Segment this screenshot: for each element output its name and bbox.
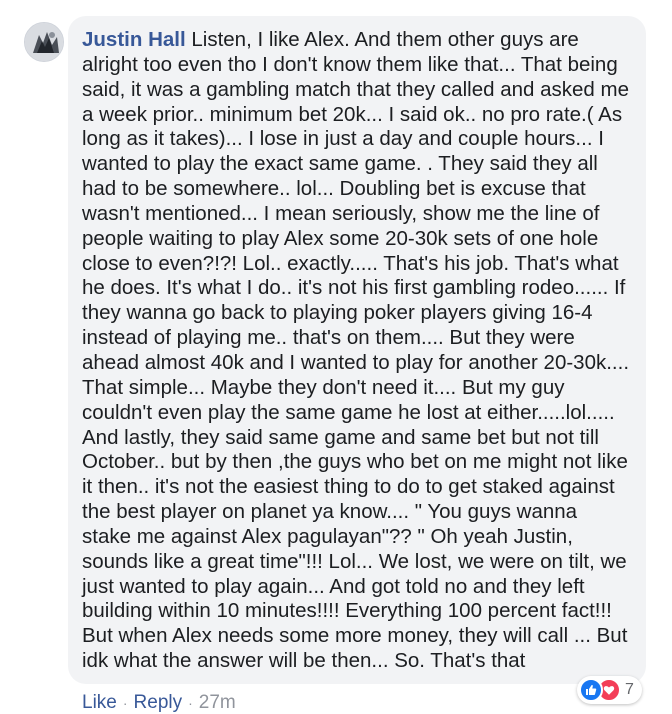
comment-text: Listen, I like Alex. And them other guys… bbox=[82, 28, 630, 673]
like-button[interactable]: Like bbox=[82, 692, 117, 714]
comment: Justin Hall Listen, I like Alex. And the… bbox=[0, 0, 672, 713]
reactions-summary[interactable]: 7 bbox=[577, 676, 642, 704]
comment-bubble: Justin Hall Listen, I like Alex. And the… bbox=[68, 16, 646, 684]
reaction-count: 7 bbox=[625, 681, 634, 698]
avatar[interactable] bbox=[24, 22, 64, 62]
comment-body: Justin Hall Listen, I like Alex. And the… bbox=[82, 28, 630, 674]
comment-actions: Like · Reply · 27m bbox=[82, 692, 236, 714]
author-name[interactable]: Justin Hall bbox=[82, 28, 186, 51]
separator: · bbox=[122, 695, 128, 711]
timestamp[interactable]: 27m bbox=[199, 692, 236, 714]
reply-button[interactable]: Reply bbox=[134, 692, 183, 714]
separator: · bbox=[188, 695, 193, 711]
avatar-image bbox=[25, 23, 63, 61]
like-icon bbox=[579, 678, 603, 702]
